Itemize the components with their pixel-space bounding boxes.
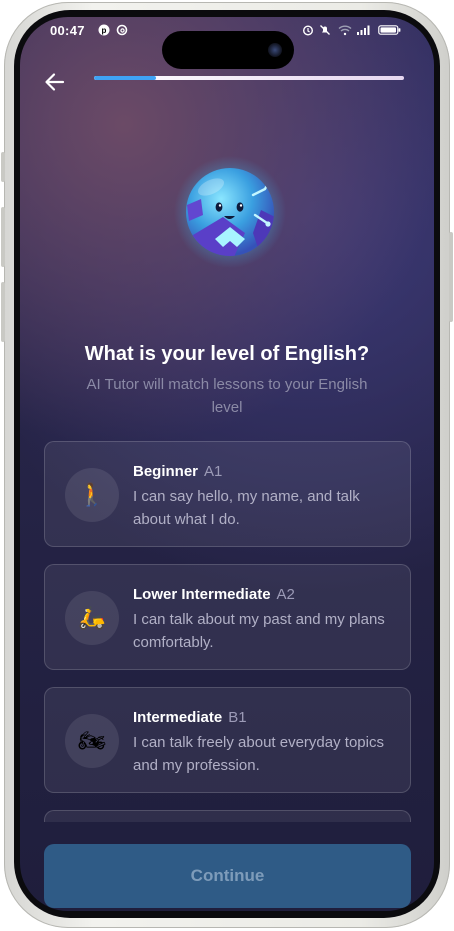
level-code: A1 <box>204 463 223 480</box>
alarm-icon <box>302 24 314 39</box>
level-description: I can talk about my past and my plans co… <box>133 611 385 651</box>
level-code: B1 <box>228 709 247 726</box>
status-time: 00:47 <box>50 23 85 38</box>
motorcycle-icon: 🏍 <box>65 714 119 768</box>
level-option-partial[interactable] <box>44 810 411 822</box>
signal-icon <box>356 24 370 39</box>
level-code: A2 <box>276 586 295 603</box>
mascot-globe-icon <box>173 155 287 269</box>
level-description: I can say hello, my name, and talk about… <box>133 488 360 528</box>
svg-text:p: p <box>102 26 107 35</box>
page-title: What is your level of English? <box>84 343 370 365</box>
volume-up-button <box>1 207 5 267</box>
page-subtitle: AI Tutor will match lessons to your Engl… <box>86 376 368 416</box>
pinterest-icon: p <box>98 24 110 39</box>
walking-person-icon: 🚶 <box>65 468 119 522</box>
status-bar: 00:47 p <box>20 21 434 69</box>
volume-down-button <box>1 282 5 342</box>
level-name: Intermediate <box>133 709 223 726</box>
dynamic-island <box>162 31 294 69</box>
back-button[interactable] <box>42 69 68 95</box>
level-options-list: 🚶 Beginner A1 I can say hello, my name, a… <box>44 441 411 822</box>
level-option-intermediate[interactable]: 🏍 Intermediate B1 I can talk freely about… <box>44 687 411 793</box>
progress-fill <box>94 76 156 80</box>
level-description: I can talk freely about everyday topics … <box>133 734 384 774</box>
level-option-lower-intermediate[interactable]: 🛵 Lower Intermediate A2 I can talk about … <box>44 564 411 670</box>
front-camera <box>268 43 282 57</box>
progress-bar <box>94 76 404 80</box>
level-name: Lower Intermediate <box>133 586 271 603</box>
scooter-icon: 🛵 <box>65 591 119 645</box>
mute-icon <box>319 24 331 39</box>
level-name: Beginner <box>133 463 199 480</box>
app-screen: 00:47 p What is your level of English? A… <box>20 17 434 911</box>
action-button <box>1 152 5 182</box>
level-title: Intermediate B1 <box>133 709 247 726</box>
level-title: Lower Intermediate A2 <box>133 586 295 603</box>
battery-icon <box>378 24 402 39</box>
power-button <box>449 232 453 322</box>
level-option-beginner[interactable]: 🚶 Beginner A1 I can say hello, my name, a… <box>44 441 411 547</box>
wifi-icon <box>338 24 352 39</box>
arrow-left-icon <box>45 73 65 91</box>
continue-button[interactable]: Continue <box>44 844 411 908</box>
threads-icon <box>116 24 128 39</box>
level-title: Beginner A1 <box>133 463 222 480</box>
